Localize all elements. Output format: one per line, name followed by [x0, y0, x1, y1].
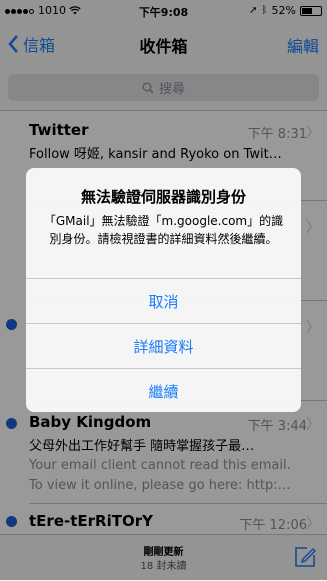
- certificate-alert-dialog: 無法驗證伺服器識別身份 「GMail」無法驗證「m.google.com」的識別…: [26, 168, 301, 412]
- cancel-button[interactable]: 取消: [26, 278, 301, 323]
- alert-title: 無法驗證伺服器識別身份: [80, 188, 246, 206]
- details-button[interactable]: 詳細資料: [26, 323, 301, 368]
- continue-button[interactable]: 繼續: [26, 368, 301, 412]
- alert-message: 「GMail」無法驗證「m.google.com」的識別身份。請檢視證書的詳細資…: [43, 214, 284, 246]
